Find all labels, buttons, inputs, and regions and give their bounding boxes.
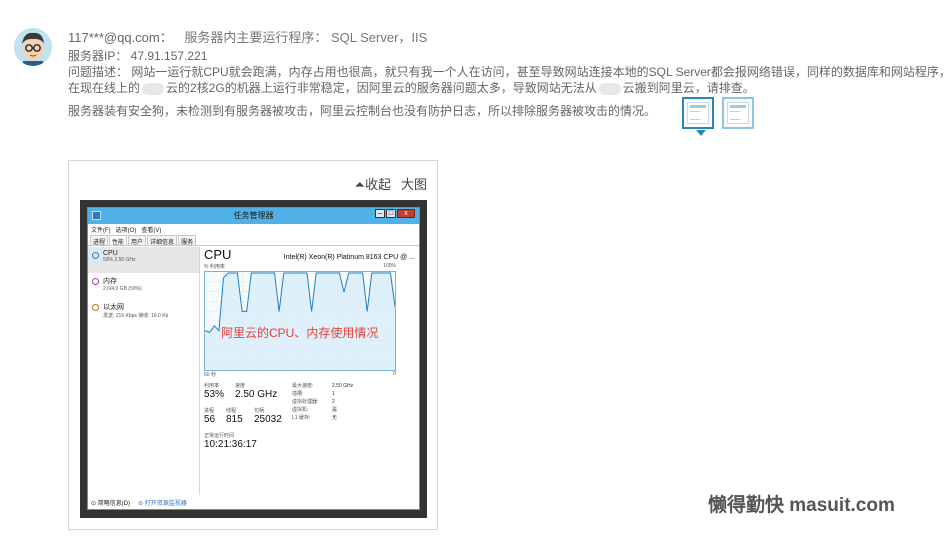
cpu-detail-pane: CPU Intel(R) Xeon(R) Platinum 8163 CPU @… xyxy=(204,247,415,495)
attachment-thumbnail-2[interactable] xyxy=(722,97,755,129)
tab-services[interactable]: 服务 xyxy=(178,235,197,246)
stat-label: 正常运行时间 xyxy=(204,433,235,439)
description-fragment: 在现在线上的 xyxy=(68,81,141,95)
window-controls: – □ x xyxy=(375,209,415,218)
image-thumbnail-icon xyxy=(727,102,750,124)
spec-key: 虚拟处理器: xyxy=(292,399,319,405)
graph-y-max: 100% xyxy=(383,263,396,269)
resource-item-memory[interactable]: 内存 2.0/4.0 GB (50%) xyxy=(88,273,199,299)
cpu-graph-icon xyxy=(92,252,99,259)
resource-item-cpu[interactable]: CPU 53% 2.50 GHz xyxy=(88,247,199,273)
task-manager-window: 任务管理器 – □ x 文件(F) 选项(O) 查看(V) 进程 性能 用户 详… xyxy=(87,207,420,510)
tab-users[interactable]: 用户 xyxy=(128,235,147,246)
spec-value: 2.50 GHz xyxy=(332,383,354,389)
problem-description-line-2: 在现在线上的 云的2核2G的机器上运行非常稳定，因阿里云的服务器问题太多，导致网站… xyxy=(68,80,948,96)
ethernet-graph-icon xyxy=(92,304,99,311)
resource-name: 内存 xyxy=(103,278,117,285)
attachment-thumbnails xyxy=(682,97,755,136)
spec-key: 最大速度: xyxy=(292,383,314,389)
open-monitor-label: 打开资源监视器 xyxy=(144,501,187,507)
resource-name: 以太网 xyxy=(103,304,124,311)
screenshot-image[interactable]: 任务管理器 – □ x 文件(F) 选项(O) 查看(V) 进程 性能 用户 详… xyxy=(80,200,427,518)
stat-label: 利用率 xyxy=(204,383,220,389)
avatar-face-icon xyxy=(14,28,52,66)
watermark: 懒得勤快 masuit.com xyxy=(708,495,895,516)
menu-options[interactable]: 选项(O) xyxy=(116,225,137,234)
stat-label: 句柄 xyxy=(254,408,265,414)
spec-value: 是 xyxy=(332,407,338,413)
tab-performance[interactable]: 性能 xyxy=(109,235,128,246)
selected-indicator-icon xyxy=(696,130,707,136)
server-ip-text: 服务器IP： 47.91.157.221 xyxy=(68,49,208,63)
maximize-icon[interactable]: □ xyxy=(386,209,396,218)
description-fragment: 云的2核2G的机器上运行非常稳定，因阿里云的服务器问题太多，导致网站无法从 xyxy=(166,81,597,95)
image-thumbnail-icon xyxy=(687,102,710,124)
window-title: 任务管理器 xyxy=(233,211,274,220)
window-titlebar: 任务管理器 – □ x xyxy=(88,208,419,224)
resource-detail: 2.0/4.0 GB (50%) xyxy=(103,286,142,292)
fewer-details-label: 简略信息(D) xyxy=(97,501,131,507)
cpu-series-area xyxy=(205,273,395,370)
spec-value: 1 xyxy=(332,391,335,397)
collapse-button[interactable]: ⏶收起 xyxy=(355,174,391,193)
redacted-mask xyxy=(598,82,621,95)
problem-description-line-1: 问题描述： 网站一运行就CPU就会跑满，内存占用也很高，就只有我一个人在访问，甚… xyxy=(68,65,951,79)
image-viewer: ⏶收起 大图 任务管理器 – □ x 文件(F) 选项(O) 查看(V) 进程 … xyxy=(68,160,438,530)
window-footer: ⊙ 简略信息(D) ⊘ 打开资源监视器 xyxy=(91,498,187,507)
stat-utilization: 53% xyxy=(204,389,225,400)
graph-y-label: % 利用率 xyxy=(204,264,225,270)
tab-bar: 进程 性能 用户 详细信息 服务 xyxy=(88,235,419,246)
stat-label: 进程 xyxy=(204,408,215,414)
spec-key: L1 缓存: xyxy=(292,415,311,421)
tab-processes[interactable]: 进程 xyxy=(90,235,109,246)
spec-key: 虚拟机: xyxy=(292,407,309,413)
open-resource-monitor-link[interactable]: ⊘ 打开资源监视器 xyxy=(138,498,187,507)
cpu-graph-svg xyxy=(205,272,395,370)
menu-file[interactable]: 文件(F) xyxy=(91,225,111,234)
stat-handles: 25032 xyxy=(254,414,282,425)
annotation-overlay: 阿里云的CPU、内存使用情况 xyxy=(221,326,379,340)
cpu-model: Intel(R) Xeon(R) Platinum 8163 CPU @ ... xyxy=(283,254,415,261)
redacted-mask xyxy=(142,82,165,95)
problem-description-line-3: 服务器装有安全狗，未检测到有服务器被攻击，阿里云控制台也没有防护日志，所以排除服… xyxy=(68,104,657,118)
user-avatar[interactable] xyxy=(14,28,52,66)
menu-bar: 文件(F) 选项(O) 查看(V) xyxy=(88,224,419,235)
stat-threads: 815 xyxy=(226,414,243,425)
close-icon[interactable]: x xyxy=(397,209,415,218)
memory-graph-icon xyxy=(92,278,99,285)
resource-name: CPU xyxy=(103,250,118,257)
spec-value: 无 xyxy=(332,415,338,421)
cpu-heading: CPU xyxy=(204,247,232,262)
resource-detail: 53% 2.50 GHz xyxy=(103,257,136,263)
attachment-thumbnail-1[interactable] xyxy=(682,97,715,136)
post-content: 117***@qq.com： 服务器内主要运行程序： SQL Server，II… xyxy=(68,30,951,136)
resource-list: CPU 53% 2.50 GHz 内存 2.0/4.0 GB (50%) 以太网… xyxy=(88,247,200,495)
main-programs-text: 服务器内主要运行程序： SQL Server，IIS xyxy=(184,30,428,45)
spec-key: 插槽: xyxy=(292,391,304,397)
spec-value: 2 xyxy=(332,399,335,405)
stat-processes: 56 xyxy=(204,414,216,425)
large-image-button[interactable]: 大图 xyxy=(401,174,427,193)
graph-x-min: 0 xyxy=(393,371,396,377)
tab-details[interactable]: 详细信息 xyxy=(147,235,178,246)
graph-x-label: 60 秒 xyxy=(204,372,216,378)
post-header: 117***@qq.com： 服务器内主要运行程序： SQL Server，II… xyxy=(68,30,948,46)
description-fragment: 云搬到阿里云，请排查。 xyxy=(622,81,755,95)
cpu-stats: 利用率 53% 速度 2.50 GHz 进程 56 线程 815 句柄 25032 正常运… xyxy=(204,382,415,464)
cpu-spec-list: 最大速度: 2.50 GHz 插槽: 1 虚拟处理器: 2 虚拟机: 是 L1 缓存: 无 xyxy=(292,382,353,422)
resource-detail: 发送: 216 Kbps 接收: 16.0 Kb xyxy=(103,313,169,319)
menu-view[interactable]: 查看(V) xyxy=(141,225,161,234)
stat-uptime: 10:21:36:17 xyxy=(204,439,257,450)
resource-item-ethernet[interactable]: 以太网 发送: 216 Kbps 接收: 16.0 Kb xyxy=(88,299,199,325)
stat-label: 线程 xyxy=(226,408,237,414)
fewer-details-link[interactable]: ⊙ 简略信息(D) xyxy=(91,498,130,507)
stat-label: 速度 xyxy=(235,383,246,389)
user-email-link[interactable]: 117***@qq.com： xyxy=(68,30,173,45)
viewer-toolbar: ⏶收起 大图 xyxy=(355,174,427,193)
cpu-usage-graph: 阿里云的CPU、内存使用情况 xyxy=(204,271,396,371)
stat-speed: 2.50 GHz xyxy=(235,389,278,400)
minimize-icon[interactable]: – xyxy=(375,209,385,218)
